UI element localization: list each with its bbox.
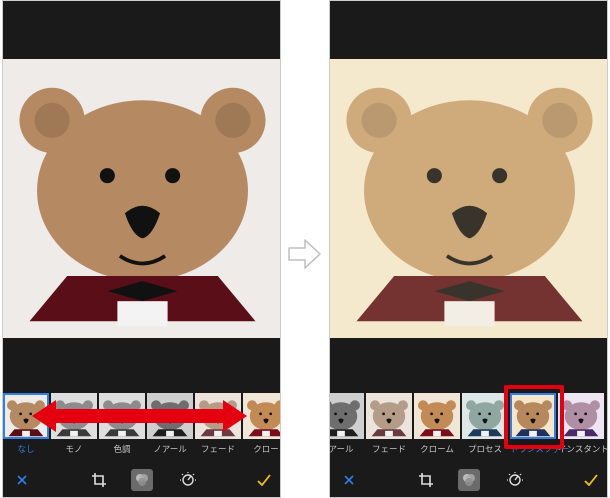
filter-label: クローム [420,445,454,455]
right-arrow-outline-icon [288,239,321,269]
filter-thumbnail[interactable] [366,393,412,439]
filters-button[interactable] [131,469,153,491]
filter-label: なし [17,445,35,455]
teddy-bear-image-transfer [330,59,607,338]
filter-label: ノアール [153,445,187,455]
edit-toolbar [3,467,280,493]
done-button[interactable] [253,469,275,491]
filter-labels: なし モノ 色調 ノアール フェード クロー [3,443,280,457]
filters-button[interactable] [458,469,480,491]
close-icon [17,475,27,485]
done-button[interactable] [580,469,602,491]
filter-thumbnail[interactable] [462,393,508,439]
teddy-bear-image [3,59,280,338]
filters-icon [463,474,475,486]
crop-icon [419,473,433,487]
crop-button[interactable] [415,469,437,491]
checkmark-icon [584,474,598,486]
filters-icon [136,474,148,486]
cancel-button[interactable] [11,469,33,491]
filter-label: プロセス [467,445,502,455]
filter-label: 色調 [113,445,131,455]
filter-thumbnail[interactable] [558,393,604,439]
photo-preview [3,59,280,338]
cancel-button[interactable] [338,469,360,491]
scroll-direction-arrow [32,400,247,432]
adjust-button[interactable] [177,469,199,491]
filter-strip[interactable]: アール フェード クローム プロセス トランスファー インスタント [329,393,608,457]
filter-label: フェード [200,445,235,455]
edit-toolbar [330,467,607,493]
filter-label: アール [329,445,354,455]
filter-label: インスタント [558,445,608,455]
filter-label: フェード [371,445,406,455]
right-phone-screen: アール フェード クローム プロセス トランスファー インスタント [329,0,608,498]
filter-label: クロー [253,445,279,455]
checkmark-icon [257,474,271,486]
crop-button[interactable] [88,469,110,491]
adjust-button[interactable] [504,469,526,491]
close-icon [344,475,354,485]
filter-thumbnail[interactable] [414,393,460,439]
filter-label: モノ [65,445,83,455]
adjust-dial-icon [507,472,523,486]
photo-preview-filtered [330,59,607,338]
crop-icon [92,473,106,487]
selected-filter-highlight [504,385,564,449]
adjust-dial-icon [180,472,196,486]
filter-thumbnail[interactable] [330,393,364,439]
